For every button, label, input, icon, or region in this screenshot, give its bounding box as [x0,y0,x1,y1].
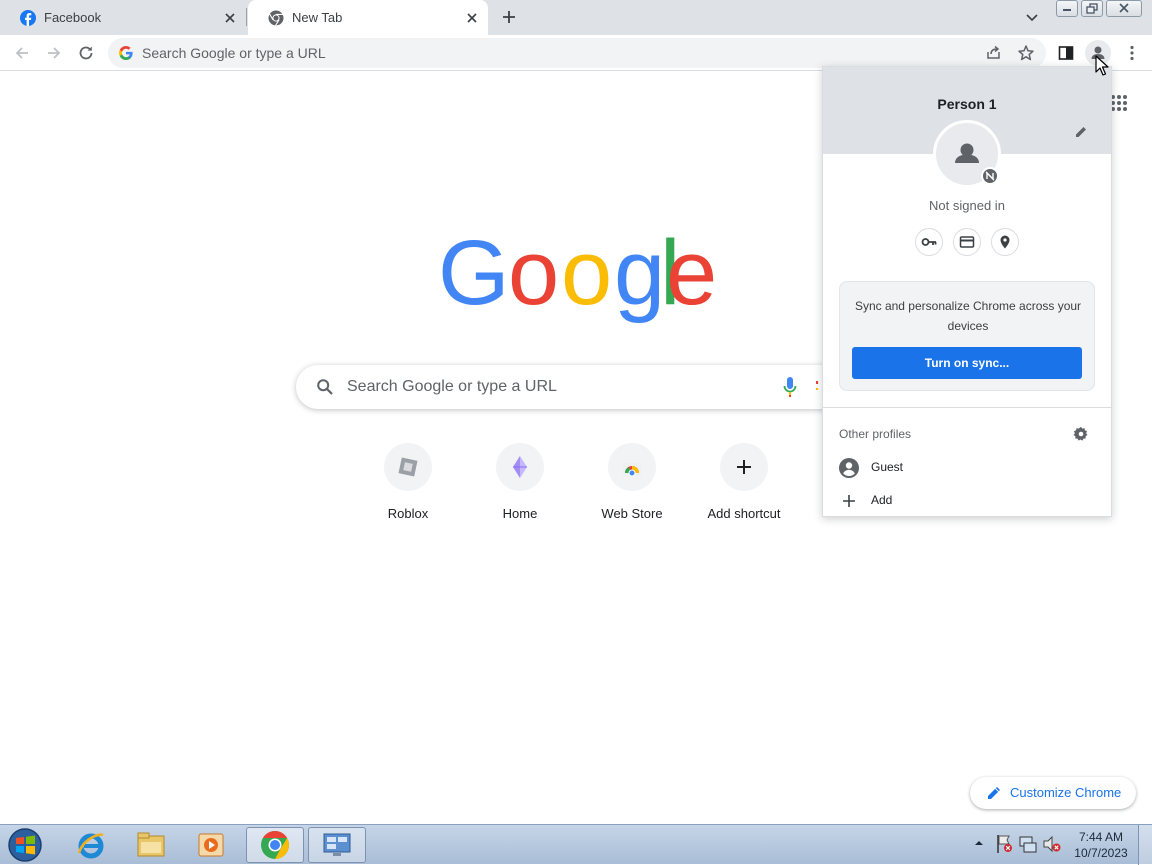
svg-text:o: o [561,226,612,324]
tab-new-tab[interactable]: New Tab [248,0,488,35]
ntp-search-input[interactable]: Search Google or type a URL [347,378,557,396]
tab-strip: Facebook New Tab [0,0,1152,35]
turn-on-sync-button[interactable]: Turn on sync... [852,347,1082,379]
shortcut-add[interactable]: Add shortcut [688,443,800,533]
file-explorer-taskbar-icon[interactable] [122,827,180,863]
chrome-icon [268,10,284,26]
taskbar: 7:44 AM 10/7/2023 [0,824,1152,865]
shortcut-label: Web Store [601,506,663,521]
clock-date: 10/7/2023 [1074,846,1128,860]
svg-text:G: G [438,226,510,324]
shortcut-roblox[interactable]: Roblox [352,443,464,533]
svg-text:g: g [614,226,665,324]
guest-profile-item[interactable]: Guest [823,456,1111,480]
reload-icon[interactable] [76,43,96,63]
shortcut-web-store[interactable]: Web Store [576,443,688,533]
close-window-button[interactable] [1106,0,1142,17]
media-player-taskbar-icon[interactable] [182,827,240,863]
passwords-key-icon[interactable] [915,228,943,256]
omnibox[interactable]: Search Google or type a URL [108,38,1046,68]
edit-profile-icon[interactable] [1073,124,1089,140]
more-menu-icon[interactable] [1122,43,1142,63]
shortcut-label: Add shortcut [707,506,781,521]
webstore-icon [608,443,656,491]
show-desktop-button[interactable] [1138,825,1152,865]
manage-profiles-gear-icon[interactable] [1073,426,1089,442]
ntp-search-box[interactable]: Search Google or type a URL [296,365,856,409]
tab-facebook[interactable]: Facebook [0,0,246,35]
other-profiles-heading: Other profiles [839,427,912,441]
sync-promo-text: Sync and personalize Chrome across your … [854,299,1082,333]
google-g-icon [119,46,133,60]
tab-label: New Tab [292,10,343,25]
mouse-cursor-icon [1095,55,1109,77]
shortcut-label: Home [502,506,538,521]
shortcut-home[interactable]: Home [464,443,576,533]
search-icon [316,378,334,396]
taskbar-clock[interactable]: 7:44 AM 10/7/2023 [1070,829,1132,861]
share-icon[interactable] [984,43,1004,63]
roblox-icon [384,443,432,491]
omnibox-input[interactable]: Search Google or type a URL [142,45,326,61]
profile-name: Person 1 [937,96,997,112]
show-hidden-icons-icon[interactable] [974,838,984,848]
customize-chrome-label: Customize Chrome [1010,785,1122,800]
restore-button[interactable] [1081,0,1103,17]
shortcut-label: Roblox [387,506,429,521]
close-tab-icon[interactable] [464,10,480,26]
forward-icon[interactable] [44,43,64,63]
plus-icon [720,443,768,491]
facebook-icon [20,9,36,26]
guest-label: Guest [871,460,904,474]
chrome-taskbar-icon[interactable] [246,827,304,863]
customize-chrome-button[interactable]: Customize Chrome [970,777,1136,809]
add-profile-item[interactable]: Add [823,489,1111,511]
system-tray [970,833,1070,857]
minimize-button[interactable] [1056,0,1078,17]
tab-search-icon[interactable] [1024,9,1040,25]
pencil-icon [986,785,1002,801]
close-tab-icon[interactable] [222,10,238,26]
plus-icon [839,491,859,511]
home-shortcut-icon [496,443,544,491]
svg-text:o: o [508,226,559,324]
google-apps-icon[interactable] [1110,94,1128,112]
volume-muted-icon[interactable] [1042,834,1062,854]
side-panel-icon[interactable] [1056,43,1076,63]
location-pin-icon[interactable] [991,228,1019,256]
new-tab-button[interactable] [499,7,519,27]
divider [823,407,1111,408]
add-profile-label: Add [871,493,893,507]
tab-divider [246,8,247,26]
start-button[interactable] [4,827,46,863]
sync-paused-badge-icon [981,167,999,185]
tab-label: Facebook [44,10,102,25]
action-center-flag-icon[interactable] [994,833,1014,855]
profile-menu: Person 1 Not signed in Sync and personal… [822,66,1112,517]
back-icon[interactable] [12,43,32,63]
remote-desktop-taskbar-icon[interactable] [308,827,366,863]
clock-time: 7:44 AM [1078,830,1124,844]
bookmark-star-icon[interactable] [1016,43,1036,63]
svg-text:e: e [666,226,714,324]
guest-avatar-icon [839,458,859,478]
payment-card-icon[interactable] [953,228,981,256]
google-logo: G o o g l . e [438,226,714,326]
network-icon[interactable] [1018,834,1038,854]
sync-promo-card: Sync and personalize Chrome across your … [839,281,1095,391]
sign-in-status: Not signed in [929,198,1005,213]
voice-search-icon[interactable] [782,376,798,398]
internet-explorer-taskbar-icon[interactable] [62,827,120,863]
